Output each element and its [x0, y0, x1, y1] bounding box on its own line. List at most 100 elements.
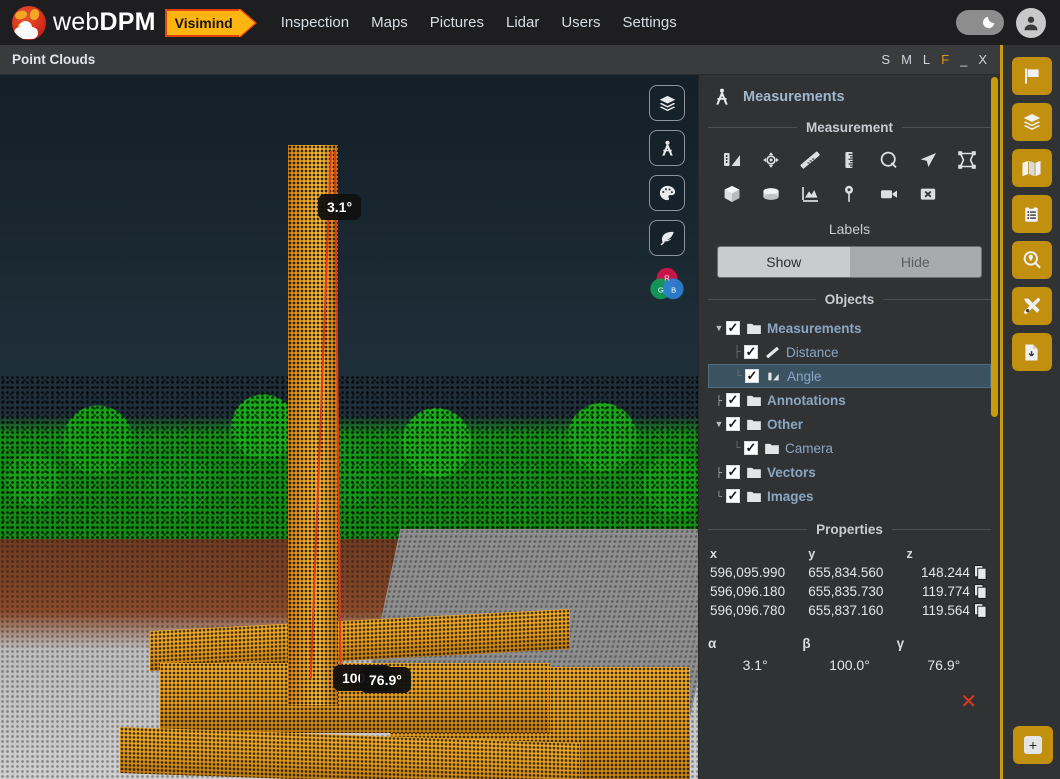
remove-all-tool[interactable] [913, 181, 943, 207]
tree-item-measurements[interactable]: ▼ Measurements [708, 316, 991, 340]
tree-label: Vectors [767, 464, 816, 480]
tree-label: Camera [785, 440, 834, 456]
tree-checkbox[interactable] [726, 465, 740, 479]
svg-text:G: G [658, 286, 664, 295]
azimuth-tool[interactable] [913, 147, 943, 173]
expand-toggle[interactable]: ▼ [712, 323, 726, 333]
layers-button[interactable] [649, 85, 685, 121]
tree-checkbox[interactable] [744, 345, 758, 359]
copy-cell[interactable] [972, 601, 991, 620]
right-toolbar: + [1000, 45, 1060, 779]
layers-icon [659, 95, 675, 111]
rgb-channels-icon[interactable]: R G B [648, 265, 686, 303]
volume-box-tool[interactable] [717, 181, 747, 207]
circle-measure-icon [880, 151, 897, 169]
labels-show-button[interactable]: Show [718, 247, 850, 277]
copy-icon[interactable] [973, 565, 987, 580]
tree-checkbox[interactable] [726, 393, 740, 407]
angle-icon [768, 372, 779, 380]
tree-item-angle[interactable]: └ Angle [708, 364, 991, 388]
brand-web: web [53, 8, 100, 36]
copy-icon[interactable] [973, 603, 987, 618]
flag-icon [1024, 68, 1039, 84]
size-button-m[interactable]: M [901, 52, 912, 67]
angle-beta-value: 100.0° [829, 657, 870, 673]
viewport-tool-stack: R G B [648, 85, 686, 303]
copy-cell[interactable] [972, 563, 991, 582]
tree-guide: └ [733, 442, 741, 454]
folder-icon [747, 467, 761, 478]
clear-x-icon [920, 188, 936, 200]
top-navigation-bar: webDPM Visimind Inspection Maps Pictures… [0, 0, 1060, 45]
measure-compass-button[interactable] [649, 130, 685, 166]
map-button[interactable] [1011, 149, 1052, 187]
angle-alpha-value: 3.1° [742, 657, 768, 673]
delete-measurement-button[interactable]: ✕ [708, 689, 977, 714]
tree-item-distance[interactable]: ├ Distance [708, 340, 991, 364]
point-cloud-viewport[interactable]: 3.1° 100.0° 76.9° [0, 75, 698, 779]
layers-button[interactable] [1011, 103, 1052, 141]
tree-checkbox[interactable] [726, 321, 740, 335]
nav-pictures[interactable]: Pictures [430, 14, 484, 31]
window-buttons: S M L F _ X [881, 52, 987, 67]
user-avatar[interactable] [1016, 7, 1046, 38]
size-button-s[interactable]: S [881, 52, 890, 67]
minimize-button[interactable]: _ [960, 52, 967, 67]
brand-logo[interactable]: webDPM Visimind [12, 5, 241, 40]
properties-legend: Properties [708, 522, 991, 537]
close-button[interactable]: X [978, 52, 987, 67]
palette-button[interactable] [649, 175, 685, 211]
nav-lidar[interactable]: Lidar [506, 14, 539, 31]
dark-mode-toggle[interactable] [956, 10, 1004, 35]
objects-legend-label: Objects [824, 292, 875, 307]
cell-z: 119.564 [922, 603, 970, 618]
height-tool[interactable] [834, 147, 864, 173]
nav-users[interactable]: Users [561, 14, 600, 31]
tools-button[interactable] [1011, 287, 1052, 325]
expand-toggle[interactable]: ▼ [712, 419, 726, 429]
cylinder-tool[interactable] [756, 181, 786, 207]
panel-scrollbar[interactable] [991, 77, 998, 417]
angle-tool[interactable] [717, 147, 747, 173]
tree-item-camera[interactable]: └ Camera [708, 436, 991, 460]
leaf-button[interactable] [649, 220, 685, 256]
angle-alpha: α 3.1° [708, 636, 802, 673]
tree-checkbox[interactable] [744, 441, 758, 455]
tree-guide: └ [715, 491, 723, 501]
tree-item-images[interactable]: └ Images [708, 484, 991, 508]
size-button-f[interactable]: F [941, 52, 949, 67]
distance-tool[interactable] [795, 147, 825, 173]
flag-button[interactable] [1011, 57, 1052, 95]
tree-item-other[interactable]: ▼ Other [708, 412, 991, 436]
clipboard-button[interactable] [1011, 195, 1052, 233]
tree-item-vectors[interactable]: ├ Vectors [708, 460, 991, 484]
camera-tool[interactable] [874, 181, 904, 207]
copy-cell[interactable] [972, 582, 991, 601]
properties-content: x y z 596,095.990 655,834.560 148.244 59… [708, 543, 991, 714]
col-header-z: z [906, 547, 913, 561]
document-download-button[interactable] [1011, 333, 1052, 371]
add-button[interactable]: + [1013, 726, 1053, 764]
area-tool[interactable] [952, 147, 982, 173]
angle-gamma-value: 76.9° [927, 657, 961, 673]
size-button-l[interactable]: L [923, 52, 930, 67]
search-location-button[interactable] [1011, 241, 1052, 279]
profile-tool[interactable] [795, 181, 825, 207]
tree-checkbox[interactable] [726, 489, 740, 503]
tree-label: Distance [786, 344, 839, 360]
point-tool[interactable] [756, 147, 786, 173]
tree-checkbox[interactable] [745, 369, 759, 383]
sphere-tool[interactable] [834, 181, 864, 207]
tree-item-annotations[interactable]: ├ Annotations [708, 388, 991, 412]
top-right-controls [956, 7, 1046, 38]
visimind-label: Visimind [174, 14, 233, 31]
angle-label-gamma: 76.9° [360, 667, 411, 693]
nav-settings[interactable]: Settings [623, 14, 677, 31]
circle-tool[interactable] [874, 147, 904, 173]
tree-checkbox[interactable] [726, 417, 740, 431]
angle-alpha-label: α [708, 636, 717, 651]
labels-hide-button[interactable]: Hide [849, 247, 981, 277]
nav-inspection[interactable]: Inspection [281, 14, 349, 31]
nav-maps[interactable]: Maps [371, 14, 408, 31]
copy-icon[interactable] [973, 584, 987, 599]
